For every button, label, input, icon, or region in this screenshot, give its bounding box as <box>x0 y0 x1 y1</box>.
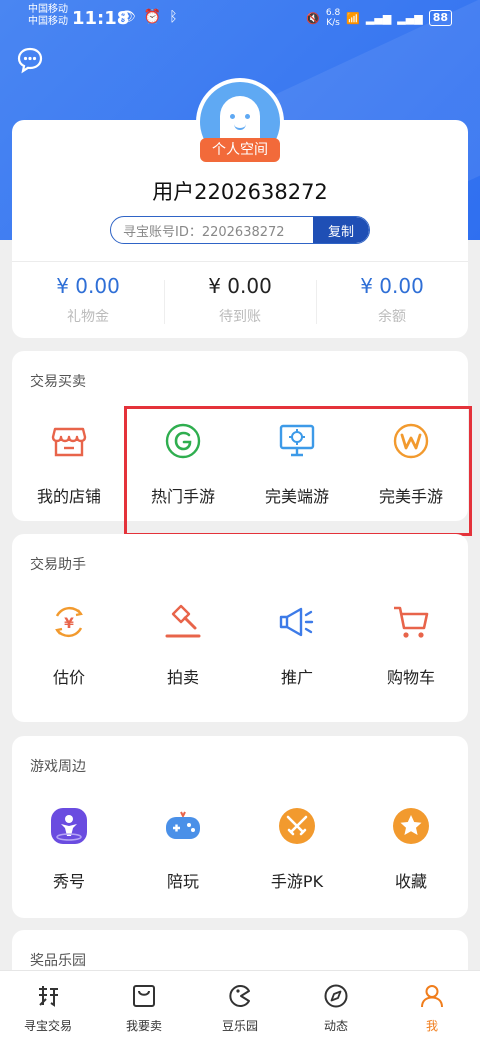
trade-item-pc-games[interactable]: 完美端游 <box>240 421 354 507</box>
assistant-item-label: 推广 <box>280 668 313 687</box>
signal-icon: ▂▄▆ <box>365 11 392 25</box>
wifi-icon: 📶 <box>346 11 360 25</box>
megaphone-icon <box>279 607 314 637</box>
gamepad-icon <box>166 811 200 839</box>
copy-button[interactable]: 复制 <box>313 217 369 243</box>
nav-sell[interactable]: 我要卖 <box>96 971 192 1040</box>
status-bar: 中国移动 中国移动 11:18 👁 ⏰ ᛒ 🔇 6.8 K/s 📶 ▂▄▆ ▂▄… <box>0 0 480 36</box>
games-item-companion[interactable]: 陪玩 <box>126 806 240 892</box>
show-account-icon <box>51 808 87 844</box>
auction-icon <box>165 604 201 638</box>
svg-text:¥: ¥ <box>64 616 74 632</box>
account-id-text: 寻宝账号ID：2202638272 <box>123 224 285 240</box>
message-icon[interactable] <box>16 46 44 74</box>
perfect-mobile-game-icon <box>393 423 429 459</box>
nav-label: 豆乐园 <box>221 1019 258 1033</box>
carrier-info: 中国移动 中国移动 <box>28 4 68 27</box>
divider <box>12 261 468 262</box>
assistant-item-promote[interactable]: 推广 <box>240 602 354 688</box>
stat-label: 礼物金 <box>67 309 109 325</box>
trade-item-hot-mobile-games[interactable]: 热门手游 <box>126 421 240 507</box>
stat-pending[interactable]: ¥ 0.00 待到账 <box>164 274 316 326</box>
cart-icon <box>394 606 429 638</box>
battery-indicator: 88 <box>428 10 452 26</box>
personal-space-badge[interactable]: 个人空间 <box>200 138 280 162</box>
stat-value: ¥ 0.00 <box>56 274 120 298</box>
games-item-label: 手游PK <box>270 872 324 891</box>
nav-bean-park[interactable]: 豆乐园 <box>192 971 288 1040</box>
section-title: 交易买卖 <box>30 374 86 390</box>
star-icon <box>393 808 429 844</box>
nav-treasure-trade[interactable]: 寻宝交易 <box>0 971 96 1040</box>
account-id-pill: 寻宝账号ID：2202638272 复制 <box>110 216 370 244</box>
stat-gift-gold[interactable]: ¥ 0.00 礼物金 <box>12 274 164 326</box>
trade-item-my-store[interactable]: 我的店铺 <box>12 421 126 507</box>
games-item-label: 秀号 <box>52 872 85 891</box>
trade-item-label: 完美端游 <box>264 487 329 506</box>
games-item-label: 陪玩 <box>166 872 199 891</box>
trade-item-perfect-mobile-games[interactable]: 完美手游 <box>354 421 468 507</box>
stat-label: 待到账 <box>219 309 261 325</box>
assistant-item-label: 购物车 <box>386 668 435 687</box>
swords-icon <box>279 808 315 844</box>
compass-icon <box>324 984 348 1008</box>
games-item-mobile-pk[interactable]: 手游PK <box>240 806 354 892</box>
section-title: 奖品乐园 <box>30 953 86 969</box>
mute-icon: 🔇 <box>306 11 320 25</box>
trade-item-label: 热门手游 <box>150 487 215 506</box>
alarm-icon: ⏰ <box>143 9 162 25</box>
assistant-item-cart[interactable]: 购物车 <box>354 602 468 688</box>
section-title: 交易助手 <box>30 557 86 573</box>
assistant-item-label: 拍卖 <box>166 668 199 687</box>
store-icon <box>51 427 87 457</box>
pc-game-icon <box>279 424 315 457</box>
eye-icon: 👁 <box>118 9 136 25</box>
nav-label: 寻宝交易 <box>23 1019 72 1033</box>
username: 用户2202638272 <box>152 180 328 204</box>
stat-value: ¥ 0.00 <box>360 274 424 298</box>
stat-label: 余额 <box>378 309 406 325</box>
nav-label: 我 <box>425 1019 438 1033</box>
signal-icon: ▂▄▆ <box>397 11 423 25</box>
stat-value: ¥ 0.00 <box>208 274 272 298</box>
bean-park-icon <box>229 985 250 1007</box>
nav-label: 动态 <box>323 1019 348 1033</box>
status-right: 🔇 6.8 K/s 📶 ▂▄▆ ▂▄▆ 88 <box>306 8 452 28</box>
assistant-item-label: 估价 <box>52 668 85 687</box>
bottom-nav: 寻宝交易 我要卖 豆乐园 动态 我 <box>0 970 480 1040</box>
trade-item-label: 完美手游 <box>378 487 443 506</box>
hot-mobile-game-icon <box>165 423 201 459</box>
net-speed: 6.8 K/s <box>325 8 341 28</box>
section-title: 游戏周边 <box>30 759 86 775</box>
assistant-item-auction[interactable]: 拍卖 <box>126 602 240 688</box>
user-icon <box>421 985 443 1008</box>
stat-balance[interactable]: ¥ 0.00 余额 <box>316 274 468 326</box>
games-item-favorites[interactable]: 收藏 <box>354 806 468 892</box>
games-item-label: 收藏 <box>394 872 427 891</box>
status-icons: 👁 ⏰ ᛒ <box>118 9 178 25</box>
treasure-trade-icon <box>39 986 58 1007</box>
nav-label: 我要卖 <box>125 1019 162 1033</box>
nav-me[interactable]: 我 <box>384 971 480 1040</box>
games-item-show-account[interactable]: 秀号 <box>12 806 126 892</box>
nav-feed[interactable]: 动态 <box>288 971 384 1040</box>
sell-bag-icon <box>133 985 155 1007</box>
assistant-item-valuation[interactable]: ¥ 估价 <box>12 602 126 688</box>
valuation-icon: ¥ <box>55 606 83 638</box>
bluetooth-icon: ᛒ <box>169 9 178 25</box>
trade-item-label: 我的店铺 <box>36 487 101 506</box>
